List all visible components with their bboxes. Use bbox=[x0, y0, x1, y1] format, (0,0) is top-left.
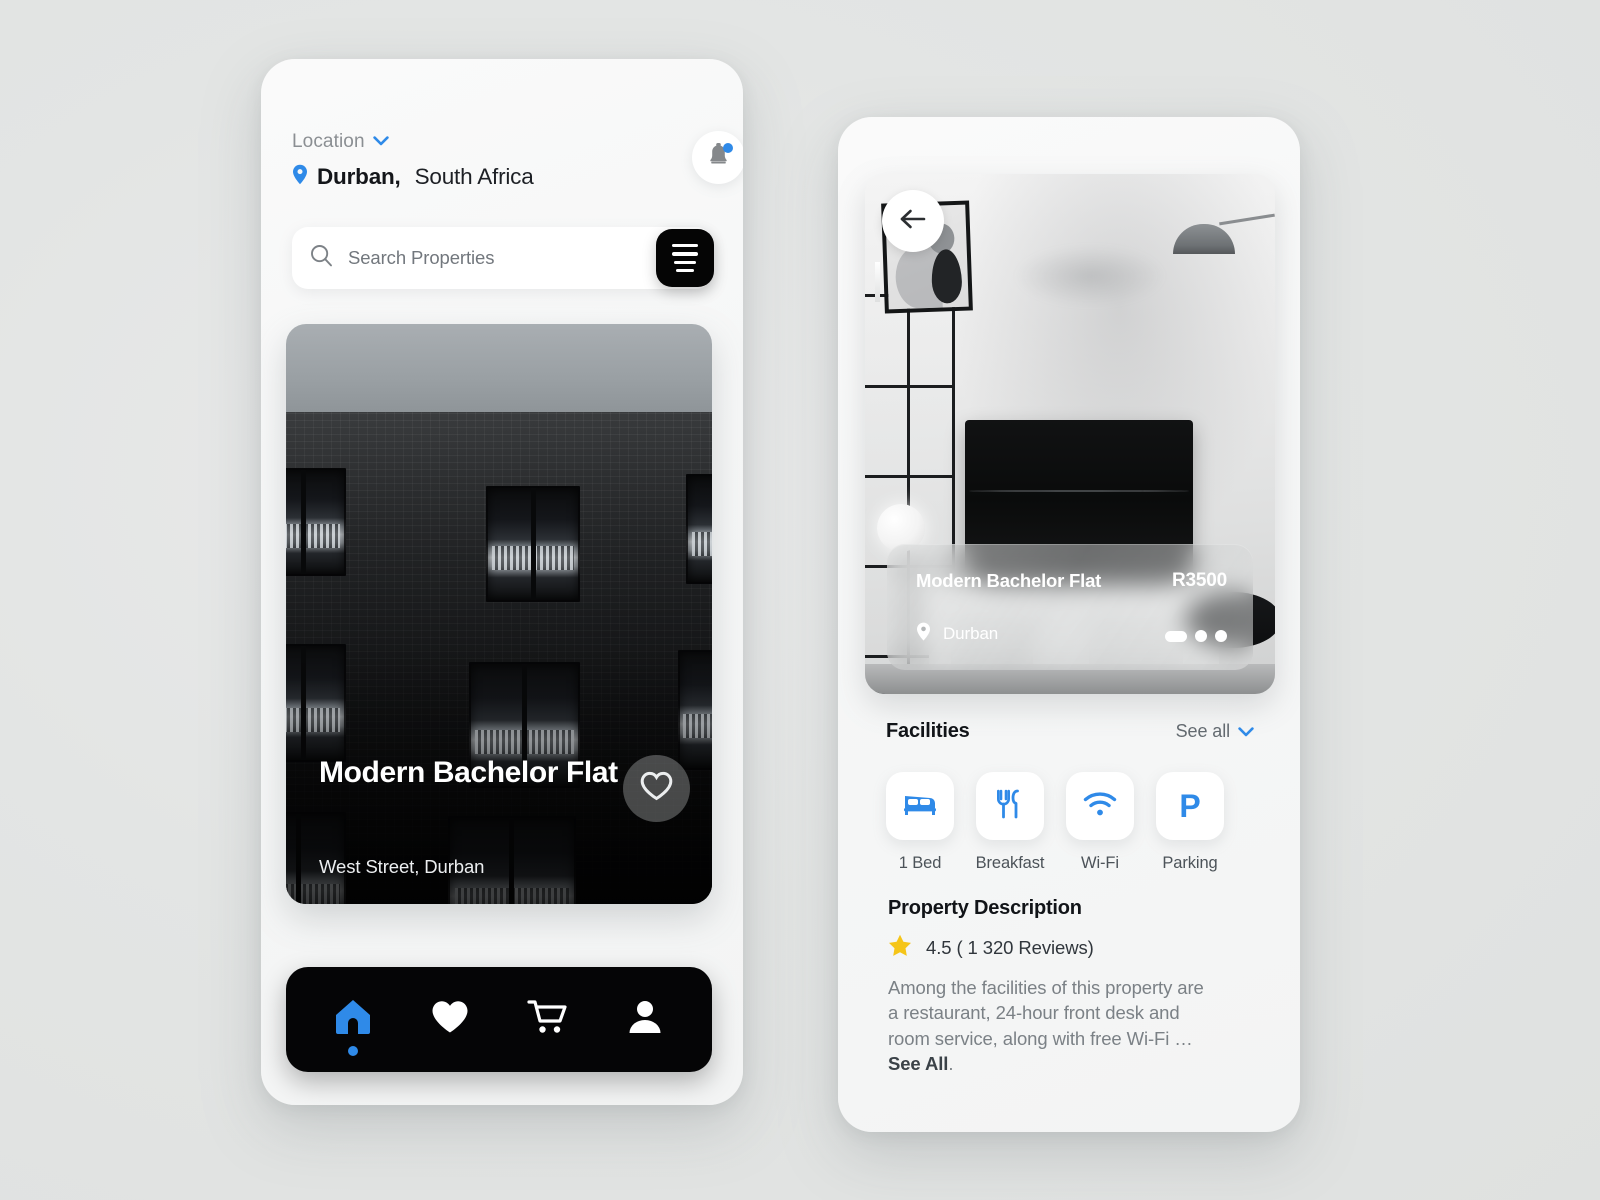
overlay-price: R3500 bbox=[1172, 570, 1227, 591]
location-country: South Africa bbox=[414, 164, 534, 189]
nav-item-cart[interactable] bbox=[516, 988, 580, 1052]
property-overlay-card[interactable]: Modern Bachelor Flat R3500 Durban bbox=[887, 544, 1253, 670]
description-body: Among the facilities of this property ar… bbox=[888, 975, 1218, 1076]
cart-icon bbox=[527, 998, 569, 1041]
see-all-description-link[interactable]: See All bbox=[888, 1053, 948, 1074]
hero-image: Modern Bachelor Flat R3500 Durban bbox=[865, 174, 1275, 694]
parking-p-icon: P bbox=[1179, 788, 1201, 824]
nav-active-indicator bbox=[347, 1045, 358, 1056]
facility-item-wifi[interactable]: Wi-Fi bbox=[1066, 772, 1134, 873]
facility-item-parking[interactable]: P Parking bbox=[1156, 772, 1224, 873]
search-input[interactable] bbox=[348, 247, 628, 269]
back-button[interactable] bbox=[882, 190, 944, 252]
facilities-title: Facilities bbox=[886, 720, 970, 742]
location-label: Location bbox=[292, 131, 365, 152]
facilities-list: 1 Bed Breakfast Wi-Fi P Parking bbox=[886, 772, 1264, 873]
property-title: Modern Bachelor Flat bbox=[319, 756, 618, 789]
detail-screen-phone: Modern Bachelor Flat R3500 Durban Facili… bbox=[838, 117, 1300, 1132]
chevron-down-icon bbox=[372, 133, 389, 151]
search-icon bbox=[310, 244, 333, 272]
property-photo-sky bbox=[286, 324, 712, 414]
search-field[interactable] bbox=[292, 227, 712, 289]
chevron-down-icon bbox=[1238, 721, 1254, 742]
see-all-facilities-button[interactable]: See all bbox=[1176, 721, 1254, 742]
nav-item-home[interactable] bbox=[321, 988, 385, 1056]
filter-lines-icon bbox=[672, 244, 698, 272]
facility-label: 1 Bed bbox=[898, 854, 942, 872]
description-suffix: . bbox=[948, 1053, 954, 1075]
facilities-header: Facilities See all bbox=[886, 720, 1254, 743]
facility-item-bed[interactable]: 1 Bed bbox=[886, 772, 954, 873]
bottom-navigation bbox=[286, 967, 712, 1072]
facility-label: Breakfast bbox=[975, 854, 1045, 872]
facility-label: Wi-Fi bbox=[1081, 854, 1119, 872]
user-icon bbox=[626, 998, 664, 1041]
facility-label: Parking bbox=[1162, 854, 1218, 872]
rating-row: 4.5 ( 1 320 Reviews) bbox=[888, 934, 1094, 962]
bed-icon bbox=[903, 791, 937, 822]
description-text: Among the facilities of this property ar… bbox=[888, 977, 1204, 1049]
heart-outline-icon bbox=[640, 771, 673, 806]
cutlery-icon bbox=[996, 789, 1024, 824]
search-bar bbox=[292, 227, 714, 289]
hero-wall-shadow bbox=[1015, 246, 1165, 306]
home-header: Location Durban, South Africa bbox=[292, 131, 743, 190]
filter-button[interactable] bbox=[656, 229, 714, 287]
nav-item-profile[interactable] bbox=[613, 988, 677, 1052]
facility-tile bbox=[886, 772, 954, 840]
map-pin-icon bbox=[292, 164, 308, 190]
image-pagination[interactable] bbox=[1165, 630, 1227, 642]
location-value: Durban, South Africa bbox=[292, 164, 712, 190]
location-selector[interactable]: Location bbox=[292, 131, 712, 153]
overlay-location-text: Durban bbox=[943, 624, 999, 643]
map-pin-icon bbox=[916, 622, 931, 646]
overlay-title: Modern Bachelor Flat bbox=[916, 570, 1102, 591]
nav-item-favorites[interactable] bbox=[418, 988, 482, 1052]
favorite-button[interactable] bbox=[623, 755, 690, 822]
overlay-location: Durban bbox=[916, 622, 998, 646]
featured-property-card[interactable]: Modern Bachelor Flat West Street, Durban bbox=[286, 324, 712, 904]
home-icon bbox=[333, 998, 373, 1041]
notification-button[interactable] bbox=[692, 131, 743, 184]
rating-text: 4.5 ( 1 320 Reviews) bbox=[926, 937, 1094, 958]
pagination-dot[interactable] bbox=[1195, 630, 1207, 642]
property-address: West Street, Durban bbox=[319, 856, 485, 877]
heart-icon bbox=[430, 999, 470, 1040]
facility-tile bbox=[976, 772, 1044, 840]
hero-candle bbox=[875, 262, 880, 302]
wifi-icon bbox=[1083, 791, 1117, 822]
notification-badge bbox=[723, 143, 733, 153]
pagination-dot[interactable] bbox=[1215, 630, 1227, 642]
star-icon bbox=[888, 934, 912, 962]
home-screen-phone: Location Durban, South Africa Search Pro… bbox=[261, 59, 743, 1105]
pagination-dot-active[interactable] bbox=[1165, 630, 1187, 642]
description-title: Property Description bbox=[888, 897, 1082, 919]
facility-tile: P bbox=[1156, 772, 1224, 840]
facility-tile bbox=[1066, 772, 1134, 840]
see-all-label: See all bbox=[1175, 721, 1230, 741]
arrow-left-icon bbox=[899, 208, 927, 235]
location-city: Durban, bbox=[317, 164, 401, 189]
facility-item-breakfast[interactable]: Breakfast bbox=[975, 772, 1045, 873]
